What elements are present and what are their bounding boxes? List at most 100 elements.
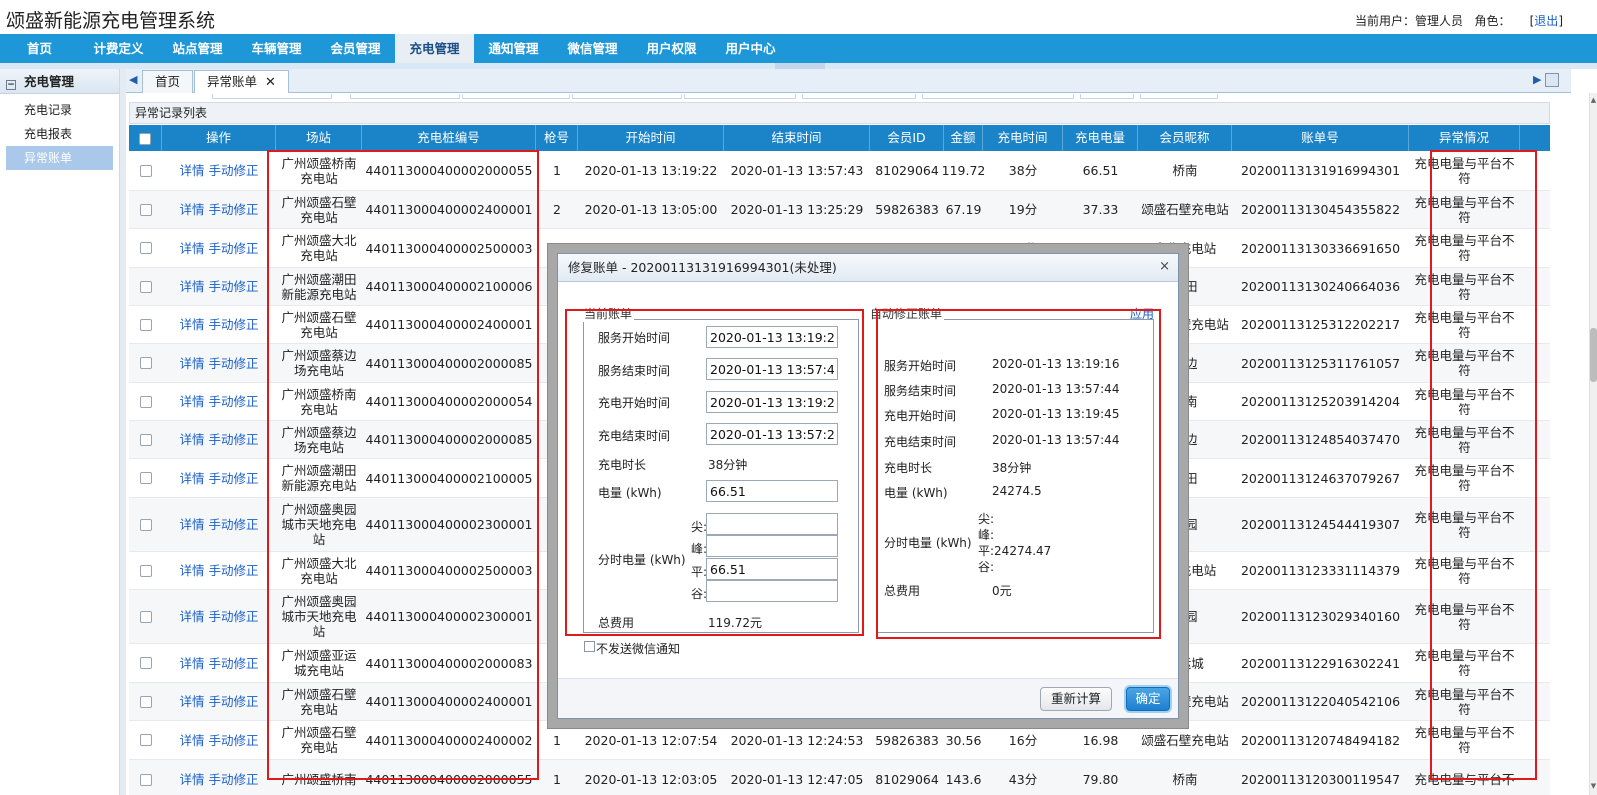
filter-button[interactable] — [1140, 94, 1218, 99]
manual-fix-link[interactable]: 手动修正 — [208, 656, 258, 671]
nav-billing-definition[interactable]: 计费定义 — [79, 34, 158, 63]
sidebar-item-charging-reports[interactable]: 充电报表 — [0, 122, 119, 146]
detail-link[interactable]: 详情 — [179, 517, 204, 532]
detail-link[interactable]: 详情 — [179, 656, 204, 671]
current-charge-start-input[interactable] — [706, 391, 838, 413]
filter-button[interactable] — [1080, 94, 1134, 99]
nav-user-permissions[interactable]: 用户权限 — [632, 34, 711, 63]
tab-close-icon[interactable]: ✕ — [265, 75, 276, 90]
detail-link[interactable]: 详情 — [179, 317, 204, 332]
manual-fix-link[interactable]: 手动修正 — [208, 772, 258, 787]
manual-fix-link[interactable]: 手动修正 — [208, 432, 258, 447]
manual-fix-link[interactable]: 手动修正 — [208, 563, 258, 578]
table-row[interactable]: 详情 手动修正 广州颂盛石壁充电站 440113000400002400001 2 20… — [129, 191, 1550, 229]
manual-fix-link[interactable]: 手动修正 — [208, 279, 258, 294]
column-header-end[interactable]: 结束时间 — [724, 125, 870, 151]
filter-field[interactable] — [212, 94, 332, 99]
column-header-start[interactable]: 开始时间 — [578, 125, 724, 151]
sidebar-header[interactable]: − 充电管理 — [0, 69, 119, 94]
column-header-bill[interactable]: 账单号 — [1232, 125, 1409, 151]
manual-fix-link[interactable]: 手动修正 — [208, 317, 258, 332]
column-header-pile[interactable]: 充电桩编号 — [362, 125, 536, 151]
scroll-up-icon[interactable]: ▲ — [1590, 96, 1597, 104]
tab-menu-icon[interactable] — [1545, 73, 1559, 87]
row-checkbox[interactable] — [139, 518, 152, 531]
manual-fix-link[interactable]: 手动修正 — [208, 163, 258, 178]
detail-link[interactable]: 详情 — [179, 471, 204, 486]
row-checkbox[interactable] — [139, 472, 152, 484]
manual-fix-link[interactable]: 手动修正 — [208, 394, 258, 409]
current-tou-flat-input[interactable] — [706, 558, 838, 580]
current-tou-high-input[interactable] — [706, 535, 838, 557]
row-checkbox[interactable] — [139, 318, 152, 331]
detail-link[interactable]: 详情 — [179, 432, 204, 447]
detail-link[interactable]: 详情 — [179, 356, 204, 371]
manual-fix-link[interactable]: 手动修正 — [208, 733, 258, 748]
nav-notification-management[interactable]: 通知管理 — [474, 34, 553, 63]
nav-wechat-management[interactable]: 微信管理 — [553, 34, 632, 63]
apply-link[interactable]: 应用 — [1130, 305, 1154, 322]
manual-fix-link[interactable]: 手动修正 — [208, 356, 258, 371]
detail-link[interactable]: 详情 — [179, 733, 204, 748]
manual-fix-link[interactable]: 手动修正 — [208, 517, 258, 532]
no-wechat-checkbox[interactable] — [584, 641, 595, 652]
row-checkbox[interactable] — [139, 203, 152, 216]
detail-link[interactable]: 详情 — [179, 163, 204, 178]
select-all-checkbox[interactable] — [139, 132, 151, 145]
table-row[interactable]: 详情 手动修正 广州颂盛桥南充电站 440113000400002000055 1 20… — [129, 151, 1550, 191]
collapse-icon[interactable]: − — [6, 80, 16, 90]
table-row[interactable]: 详情 手动修正 广州颂盛桥南 440113000400002000055 1 2020-… — [129, 760, 1550, 795]
row-checkbox[interactable] — [139, 734, 152, 746]
detail-link[interactable]: 详情 — [179, 279, 204, 294]
tab-abnormal-bills[interactable]: 异常账单 ✕ — [194, 70, 289, 93]
detail-link[interactable]: 详情 — [179, 609, 204, 624]
filter-field[interactable] — [462, 94, 570, 99]
close-icon[interactable]: × — [1159, 259, 1170, 274]
row-checkbox[interactable] — [139, 433, 152, 446]
sidebar-item-charging-records[interactable]: 充电记录 — [0, 98, 119, 122]
detail-link[interactable]: 详情 — [179, 394, 204, 409]
nav-station-management[interactable]: 站点管理 — [158, 34, 237, 63]
row-checkbox[interactable] — [139, 395, 152, 408]
manual-fix-link[interactable]: 手动修正 — [208, 609, 258, 624]
nav-member-management[interactable]: 会员管理 — [316, 34, 395, 63]
column-header-action[interactable]: 操作 — [162, 125, 276, 151]
nav-vehicle-management[interactable]: 车辆管理 — [237, 34, 316, 63]
current-charge-end-input[interactable] — [706, 423, 838, 445]
confirm-button[interactable]: 确定 — [1126, 687, 1170, 711]
nav-user-center[interactable]: 用户中心 — [711, 34, 790, 63]
sidebar-item-abnormal-bills[interactable]: 异常账单 — [6, 146, 113, 170]
tab-scroll-left-icon[interactable]: ◀ — [129, 73, 137, 86]
row-checkbox[interactable] — [139, 564, 152, 577]
nav-charging-management[interactable]: 充电管理 — [395, 34, 474, 63]
row-checkbox[interactable] — [139, 695, 152, 708]
vertical-scrollbar[interactable] — [1589, 93, 1597, 795]
current-energy-input[interactable] — [706, 480, 838, 502]
column-header-amount[interactable]: 金额 — [944, 125, 983, 151]
manual-fix-link[interactable]: 手动修正 — [208, 694, 258, 709]
filter-field[interactable] — [350, 94, 460, 99]
detail-link[interactable]: 详情 — [179, 241, 204, 256]
column-header-gun[interactable]: 枪号 — [536, 125, 578, 151]
row-checkbox[interactable] — [139, 280, 152, 293]
nav-home[interactable]: 首页 — [0, 34, 79, 63]
row-checkbox[interactable] — [139, 610, 152, 623]
filter-field[interactable] — [684, 94, 796, 99]
current-service-start-input[interactable] — [706, 326, 838, 348]
detail-link[interactable]: 详情 — [179, 202, 204, 217]
column-header-duration[interactable]: 充电时间 — [983, 125, 1063, 151]
column-header-station[interactable]: 场站 — [276, 125, 362, 151]
column-header-member-id[interactable]: 会员ID — [870, 125, 944, 151]
detail-link[interactable]: 详情 — [179, 772, 204, 787]
manual-fix-link[interactable]: 手动修正 — [208, 241, 258, 256]
filter-field[interactable] — [922, 94, 1074, 99]
filter-field[interactable] — [572, 94, 682, 99]
row-checkbox[interactable] — [139, 357, 152, 369]
row-checkbox[interactable] — [139, 657, 152, 669]
sidebar-splitter[interactable] — [120, 69, 126, 795]
manual-fix-link[interactable]: 手动修正 — [208, 471, 258, 486]
column-header-energy[interactable]: 充电电量 — [1063, 125, 1138, 151]
recalculate-button[interactable]: 重新计算 — [1040, 687, 1112, 711]
tab-scroll-right-icon[interactable]: ▶ — [1533, 73, 1541, 86]
row-checkbox[interactable] — [139, 164, 152, 177]
